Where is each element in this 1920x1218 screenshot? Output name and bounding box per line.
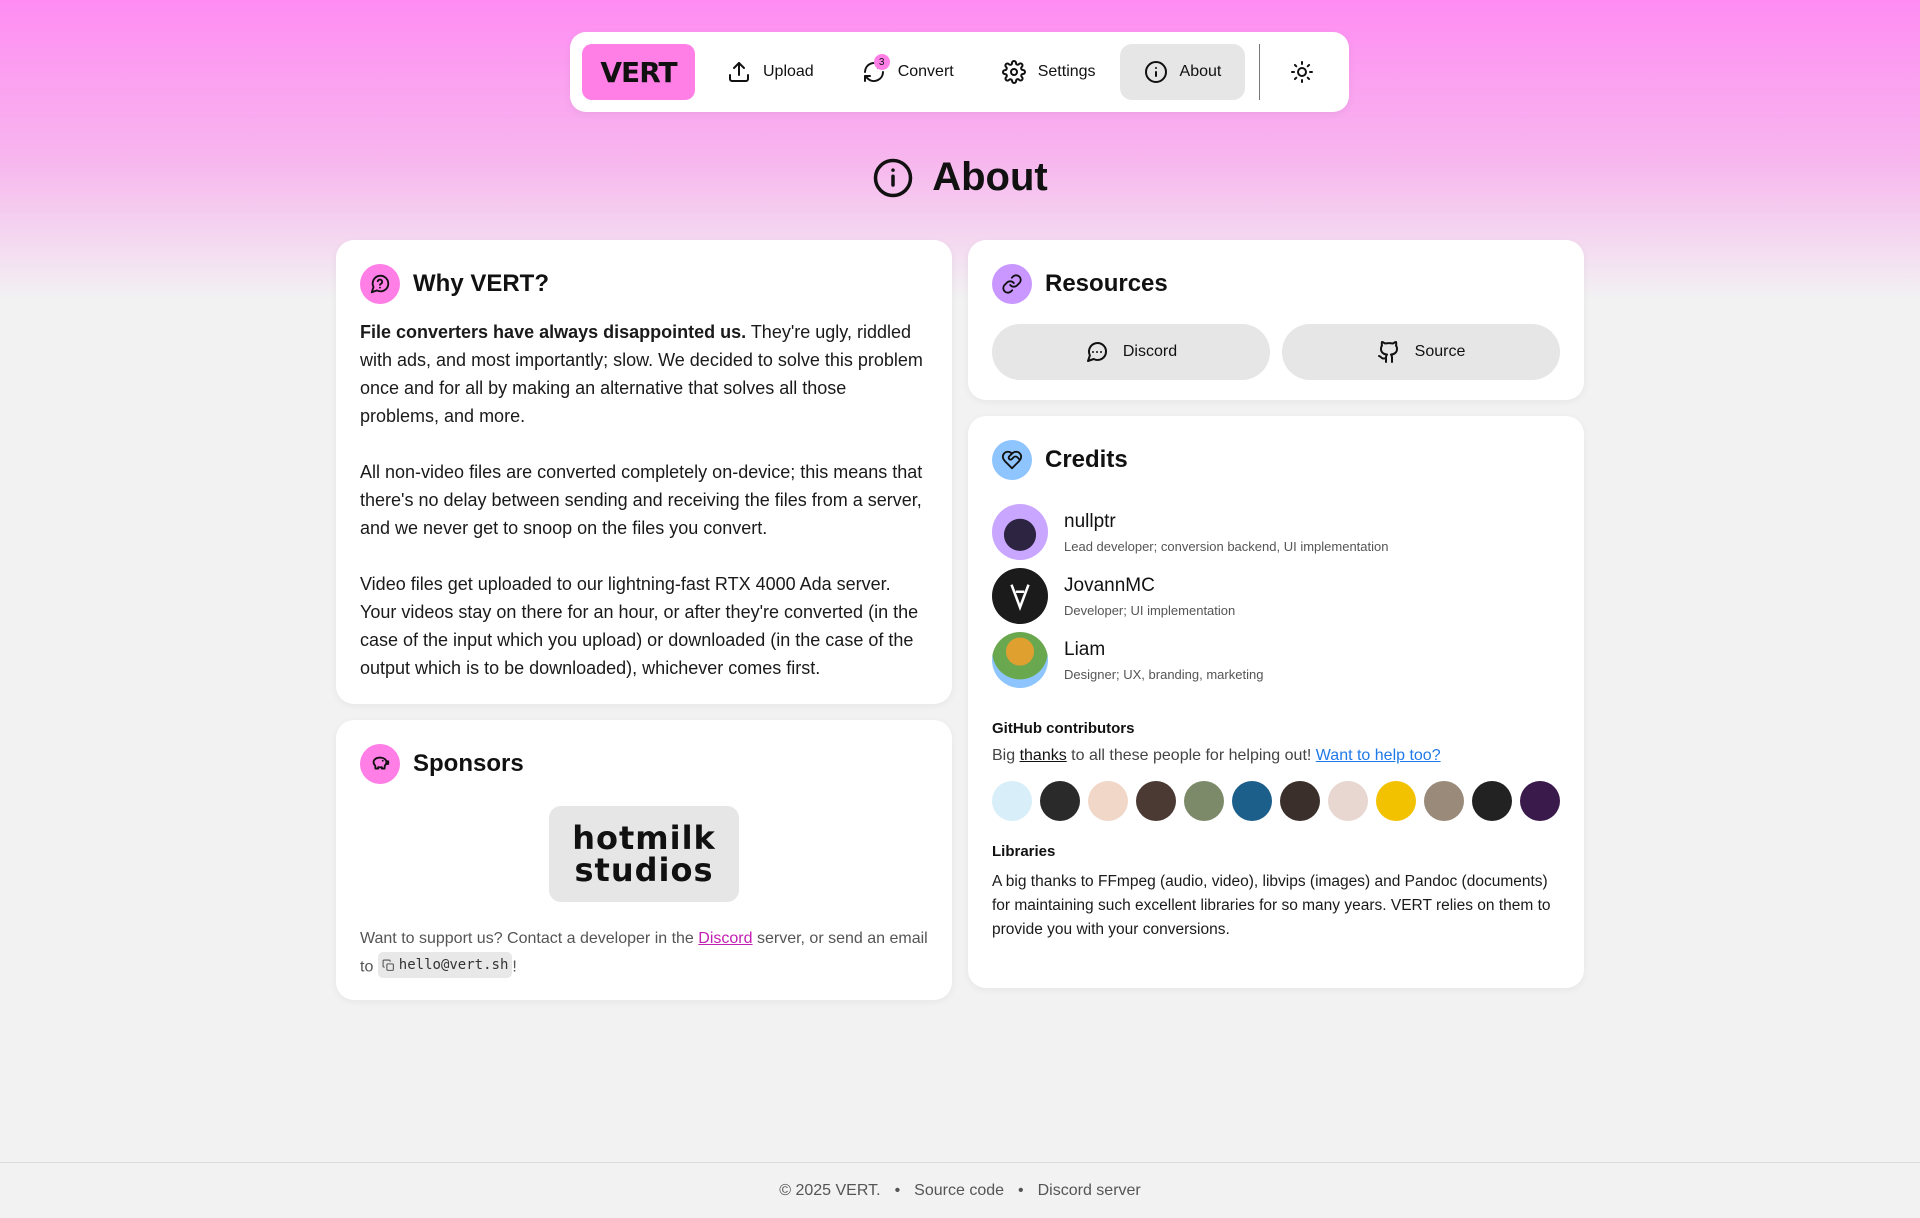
nav-upload-label: Upload [763, 63, 814, 80]
hotmilk-studios-logo[interactable]: hotmilk studios [549, 806, 739, 902]
person-name: nullptr [1064, 510, 1116, 532]
why-paragraph-3: Video files get uploaded to our lightnin… [360, 574, 919, 678]
contributor-avatar[interactable] [1040, 781, 1080, 821]
footer-copyright: © 2025 VERT. [779, 1181, 881, 1199]
libraries-heading: Libraries [992, 843, 1056, 860]
theme-toggle-button[interactable] [1278, 44, 1326, 100]
contributor-avatar[interactable] [1520, 781, 1560, 821]
footer-discord-link[interactable]: Discord server [1038, 1182, 1141, 1200]
why-vert-title: Why VERT? [413, 270, 549, 297]
email-address: hello@vert.sh [398, 957, 509, 973]
footer-source-link[interactable]: Source code [914, 1182, 1004, 1200]
contributor-avatar[interactable] [1232, 781, 1272, 821]
vert-logo[interactable]: VERT [582, 44, 695, 100]
discord-button-label: Discord [1122, 343, 1178, 360]
credit-person-liam[interactable]: Liam Designer; UX, branding, marketing [992, 628, 1560, 692]
credits-title: Credits [1045, 446, 1128, 473]
sponsors-card: Sponsors hotmilk studios Want to support… [336, 720, 952, 1000]
contributor-avatar[interactable] [1328, 781, 1368, 821]
person-name: Liam [1064, 638, 1106, 660]
person-role: Lead developer; conversion backend, UI i… [1064, 538, 1389, 554]
info-icon [1144, 61, 1167, 83]
copy-icon [382, 959, 394, 971]
contributor-avatars [992, 781, 1560, 821]
sponsor-discord-link[interactable]: Discord [698, 930, 752, 947]
person-role: Designer; UX, branding, marketing [1064, 666, 1264, 682]
credit-person-nullptr[interactable]: nullptr Lead developer; conversion backe… [992, 500, 1560, 564]
contributor-avatar[interactable] [1424, 781, 1464, 821]
person-name: JovannMC [1064, 574, 1155, 596]
nav-settings-label: Settings [1037, 63, 1096, 80]
gear-icon [1001, 60, 1026, 84]
source-button[interactable]: Source [1282, 324, 1560, 380]
avatar [992, 504, 1048, 560]
convert-count-badge: 3 [873, 54, 890, 70]
credit-person-jovannmc[interactable]: JovannMC Developer; UI implementation [992, 564, 1560, 628]
nav-convert[interactable]: 3 Convert [838, 44, 978, 100]
nav-convert-label: Convert [897, 63, 954, 80]
piggy-bank-icon [360, 744, 400, 784]
contributor-avatar[interactable] [992, 781, 1032, 821]
contributor-avatar[interactable] [1136, 781, 1176, 821]
person-role: Developer; UI implementation [1064, 602, 1236, 618]
nav-divider [1259, 44, 1261, 100]
credits-card: Credits nullptr Lead developer; conversi… [968, 416, 1584, 988]
sponsor-text: Want to support us? Contact a developer … [360, 926, 928, 981]
info-icon [873, 158, 913, 197]
footer-separator: • [1018, 1181, 1024, 1199]
link-icon [992, 264, 1032, 304]
nav-settings[interactable]: Settings [978, 44, 1120, 100]
libraries-text: A big thanks to FFmpeg (audio, video), l… [992, 873, 1551, 938]
sun-icon [1291, 61, 1314, 83]
email-copy-button[interactable]: hello@vert.sh [377, 952, 513, 978]
sponsor-logo-line-2: studios [574, 851, 714, 889]
sponsor-logo-line-1: hotmilk [572, 819, 716, 857]
nav-about[interactable]: About [1119, 44, 1246, 100]
question-bubble-icon [360, 264, 400, 304]
contributor-avatar[interactable] [1376, 781, 1416, 821]
nav-upload[interactable]: Upload [703, 44, 838, 100]
resources-card: Resources Discord Source [968, 240, 1584, 400]
why-paragraph-1: File converters have always disappointed… [360, 322, 923, 426]
contributor-avatar[interactable] [1472, 781, 1512, 821]
avatar [992, 568, 1048, 624]
discord-button[interactable]: Discord [992, 324, 1270, 380]
contributor-avatar[interactable] [1184, 781, 1224, 821]
contributor-avatar[interactable] [1280, 781, 1320, 821]
want-to-help-link[interactable]: Want to help too? [1316, 747, 1441, 764]
upload-icon [729, 62, 749, 82]
page-title: About [0, 155, 1920, 200]
discord-icon [1086, 342, 1107, 362]
contributors-text: Big thanks to all these people for helpi… [992, 747, 1441, 764]
nav-about-label: About [1179, 63, 1222, 80]
top-nav: VERT Upload 3 Convert Settings About [570, 32, 1349, 112]
thanks-link[interactable]: thanks [1020, 747, 1067, 764]
avatar [992, 632, 1048, 688]
why-paragraph-2: All non-video files are converted comple… [360, 462, 923, 538]
sponsors-title: Sponsors [413, 750, 524, 777]
contributor-avatar[interactable] [1088, 781, 1128, 821]
footer-separator: • [894, 1181, 901, 1199]
heart-handshake-icon [992, 440, 1032, 480]
resources-title: Resources [1045, 270, 1168, 297]
source-button-label: Source [1414, 343, 1466, 360]
github-icon [1377, 341, 1398, 363]
why-vert-card: Why VERT? File converters have always di… [336, 240, 952, 704]
github-contributors-heading: GitHub contributors [992, 720, 1135, 737]
footer: © 2025 VERT. • Source code • Discord ser… [0, 1162, 1920, 1218]
page-title-text: About [932, 155, 1048, 199]
